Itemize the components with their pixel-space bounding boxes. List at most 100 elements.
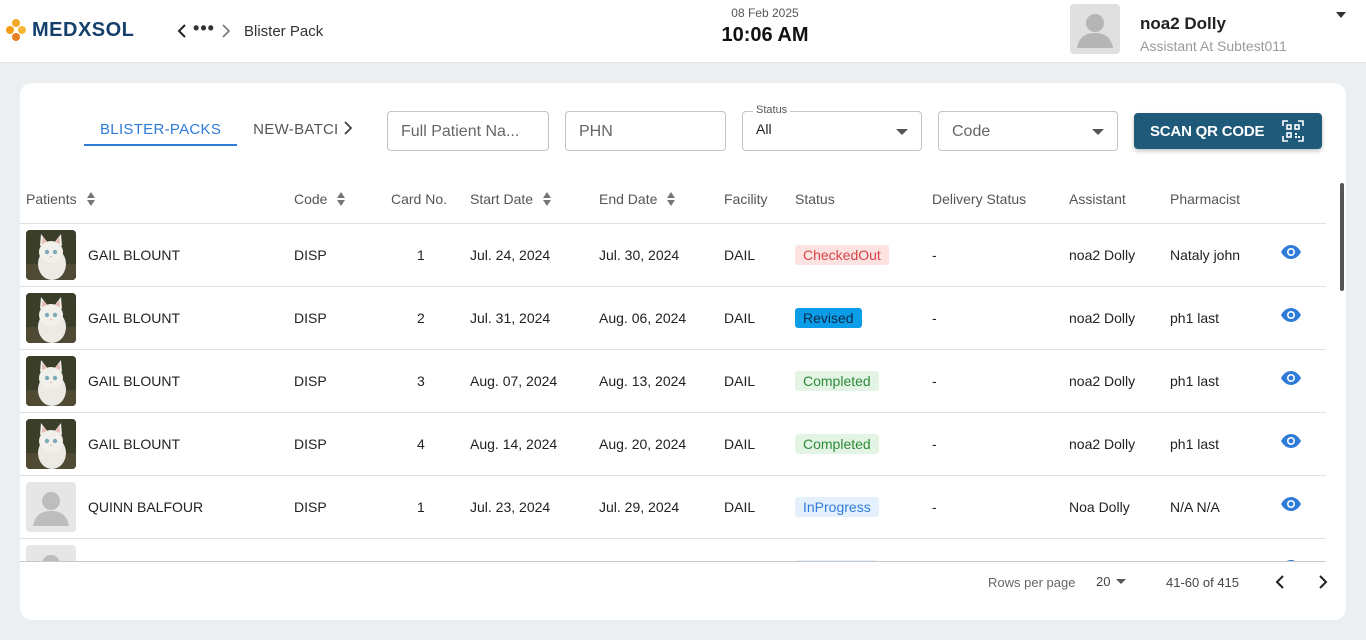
cell-end-date: Aug. 13, 2024 <box>599 373 687 389</box>
top-bar: MEDXSOL ••• Blister Pack 08 Feb 2025 10:… <box>0 0 1366 63</box>
patient-avatar <box>26 482 76 532</box>
column-assistant: Assistant <box>1069 191 1126 207</box>
cell-start-date: Aug. 07, 2024 <box>470 373 558 389</box>
cell-pharmacist: ph1 last <box>1170 310 1220 326</box>
rows-per-page-label: Rows per page <box>988 575 1076 590</box>
tab-new-batch[interactable]: NEW-BATCH <box>237 113 337 146</box>
logo-text: MEDXSOL <box>32 18 135 41</box>
status-badge: Revised <box>795 308 862 328</box>
cell-card-no: 4 <box>417 436 425 452</box>
cell-status: CheckedOut <box>795 245 889 265</box>
breadcrumb-ellipsis[interactable]: ••• <box>192 19 216 41</box>
table-row[interactable]: InProgress <box>20 539 1326 561</box>
qr-code-icon <box>1282 120 1304 142</box>
table-row[interactable]: GAIL BLOUNT DISP 4 Aug. 14, 2024 Aug. 20, 20… <box>20 413 1326 476</box>
pagination-range: 41-60 of 415 <box>1166 575 1240 590</box>
status-badge: Completed <box>795 371 879 391</box>
status-badge: Completed <box>795 434 879 454</box>
status-legend: Status <box>753 104 791 116</box>
cell-code: DISP <box>294 247 327 263</box>
status-select[interactable]: Status All <box>742 104 922 151</box>
view-eye-icon[interactable] <box>1280 496 1302 512</box>
table-row[interactable]: GAIL BLOUNT DISP 1 Jul. 24, 2024 Jul. 30, 20… <box>20 224 1326 287</box>
phn-placeholder: PHN <box>579 123 613 140</box>
cell-end-date: Jul. 29, 2024 <box>599 499 680 515</box>
scrollbar-thumb[interactable] <box>1340 183 1344 291</box>
column-facility: Facility <box>724 191 768 207</box>
clock: 08 Feb 2025 10:06 AM <box>690 6 840 47</box>
table-scrollbar[interactable] <box>1340 183 1346 563</box>
cell-patient: QUINN BALFOUR <box>88 499 204 515</box>
cell-facility: DAIL <box>724 310 756 326</box>
cell-patient: GAIL BLOUNT <box>88 310 181 326</box>
cell-delivery-status: - <box>932 310 937 326</box>
column-end-date[interactable]: End Date <box>599 191 676 207</box>
sort-icon[interactable] <box>543 192 552 206</box>
cell-patient: GAIL BLOUNT <box>88 247 181 263</box>
cell-pharmacist: N/A N/A <box>1170 499 1220 515</box>
cell-card-no: 3 <box>417 373 425 389</box>
column-pharmacist: Pharmacist <box>1170 191 1240 207</box>
tab-scroll-right-icon[interactable] <box>337 113 359 143</box>
code-select[interactable]: Code <box>938 111 1118 151</box>
rows-per-page-select[interactable]: 20 <box>1096 574 1127 589</box>
cell-pharmacist: ph1 last <box>1170 373 1220 389</box>
user-menu-caret-icon[interactable] <box>1336 12 1346 18</box>
next-page-icon[interactable] <box>1313 572 1333 592</box>
cell-start-date: Jul. 31, 2024 <box>470 310 551 326</box>
table-header: Patients Code Card No. Start Date End Da… <box>20 183 1326 224</box>
patient-name-placeholder: Full Patient Na... <box>401 123 520 140</box>
previous-page-icon[interactable] <box>1270 572 1290 592</box>
cell-delivery-status: - <box>932 247 937 263</box>
cell-status: Completed <box>795 434 879 454</box>
patient-avatar <box>26 545 76 561</box>
view-eye-icon[interactable] <box>1280 244 1302 260</box>
column-patients[interactable]: Patients <box>26 191 95 207</box>
view-eye-icon[interactable] <box>1280 433 1302 449</box>
logo-icon <box>5 18 27 42</box>
sort-icon[interactable] <box>337 192 346 206</box>
column-patients-label: Patients <box>26 191 77 207</box>
table-row[interactable]: QUINN BALFOUR DISP 1 Jul. 23, 2024 Jul. 29, … <box>20 476 1326 539</box>
tab-blister-packs[interactable]: BLISTER-PACKS <box>84 113 238 146</box>
current-date: 08 Feb 2025 <box>731 6 799 20</box>
cell-start-date: Jul. 23, 2024 <box>470 499 551 515</box>
pagination: Rows per page 20 41-60 of 415 <box>20 561 1328 620</box>
table-row[interactable]: GAIL BLOUNT DISP 3 Aug. 07, 2024 Aug. 13, 20… <box>20 350 1326 413</box>
sort-icon[interactable] <box>86 192 95 206</box>
breadcrumb-separator-icon <box>216 20 236 42</box>
column-card-no-label: Card No. <box>391 191 448 207</box>
phn-input[interactable]: PHN <box>565 111 726 151</box>
patient-avatar <box>26 419 76 469</box>
table-row[interactable]: GAIL BLOUNT DISP 2 Jul. 31, 2024 Aug. 06, 20… <box>20 287 1326 350</box>
cell-code: DISP <box>294 436 327 452</box>
cell-card-no: 1 <box>417 247 425 263</box>
user-role: Assistant At Subtest011 <box>1140 38 1287 54</box>
column-delivery-status-label: Delivery Status <box>932 191 1027 207</box>
view-eye-icon[interactable] <box>1280 307 1302 323</box>
column-assistant-label: Assistant <box>1069 191 1126 207</box>
cell-assistant: noa2 Dolly <box>1069 310 1136 326</box>
chevron-down-icon <box>1116 579 1127 584</box>
user-menu[interactable]: noa2 Dolly Assistant At Subtest011 <box>1070 4 1360 54</box>
patient-name-input[interactable]: Full Patient Na... <box>387 111 549 151</box>
logo[interactable]: MEDXSOL <box>5 18 134 42</box>
view-eye-icon[interactable] <box>1280 370 1302 386</box>
rows-per-page-value: 20 <box>1096 574 1111 589</box>
sort-icon[interactable] <box>667 192 676 206</box>
column-start-date[interactable]: Start Date <box>470 191 552 207</box>
cell-end-date: Jul. 30, 2024 <box>599 247 680 263</box>
avatar <box>1070 4 1120 54</box>
cell-start-date: Aug. 14, 2024 <box>470 436 558 452</box>
back-chevron-icon[interactable] <box>172 20 192 42</box>
table-body: GAIL BLOUNT DISP 1 Jul. 24, 2024 Jul. 30, 20… <box>20 224 1326 561</box>
cell-status: Completed <box>795 371 879 391</box>
cell-status: InProgress <box>795 497 879 517</box>
cell-code: DISP <box>294 310 327 326</box>
cell-pharmacist: ph1 last <box>1170 436 1220 452</box>
scan-qr-code-button[interactable]: SCAN QR CODE <box>1134 113 1322 149</box>
user-name: noa2 Dolly <box>1140 14 1226 33</box>
status-badge: CheckedOut <box>795 245 889 265</box>
cell-code: DISP <box>294 373 327 389</box>
column-code[interactable]: Code <box>294 191 346 207</box>
